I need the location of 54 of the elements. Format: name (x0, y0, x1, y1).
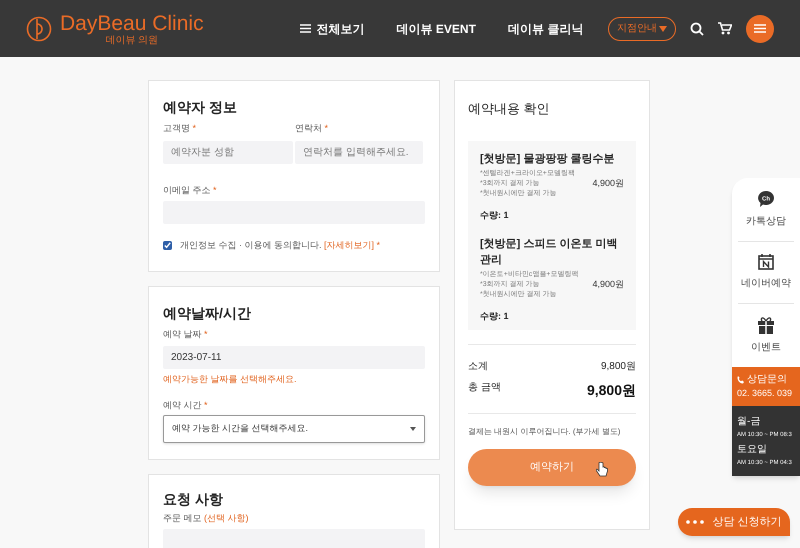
field-label: 연락처 * (295, 122, 330, 135)
nav-link[interactable]: 데이뷰 EVENT (396, 20, 476, 38)
phone-input[interactable]: 연락처를 입력해주세요. (295, 140, 423, 164)
dots-icon (686, 520, 704, 524)
item-name: [첫방문] 스피드 이온토 미백관리 (480, 237, 618, 268)
section-title: 요청 사항 (163, 490, 224, 509)
name-input[interactable]: 예약자분 성함 (163, 140, 293, 164)
phone-label: 상담문의 (747, 373, 787, 387)
nav-link[interactable]: 전체보기 (300, 20, 365, 38)
consent-text: 개인정보 수집 · 이용에 동의합니다. [자세히보기] * (180, 239, 380, 252)
section-title: 예약내용 확인 (468, 100, 551, 118)
hand-cursor-icon (596, 462, 608, 478)
menu-button[interactable] (746, 14, 774, 42)
subtotal-label: 소계 (468, 360, 488, 374)
phone-number: 02. 3665. 039 (737, 387, 794, 400)
search-icon[interactable] (690, 22, 704, 36)
cart-icon[interactable] (718, 22, 732, 35)
quick-menu-item[interactable]: 이벤트 (738, 304, 794, 367)
item-quantity: 수량: 1 (480, 310, 510, 323)
hours-day: 토요일 (737, 442, 795, 456)
logo-icon (26, 16, 52, 42)
phone-icon (737, 376, 745, 384)
logo-text: DayBeau Clinic (60, 12, 204, 36)
gift-icon (757, 316, 775, 334)
consent-checkbox[interactable] (163, 241, 172, 250)
menu-icon (300, 24, 311, 33)
item-price: 4,900원 (592, 278, 624, 292)
section-title: 예약날짜/시간 (163, 304, 252, 322)
details-link[interactable]: [자세히보기] (324, 240, 374, 250)
hours-day: 월-금 (737, 414, 795, 428)
total-value: 9,800원 (586, 380, 636, 400)
subtotal-value: 9,800원 (600, 360, 636, 374)
logo-subtitle: 데이뷰 의원 (105, 36, 158, 46)
field-label: 예약 시간 * (163, 398, 209, 412)
quick-menu-item[interactable]: 네이버예약 (738, 242, 794, 304)
date-input[interactable]: 2023-07-11 (163, 346, 425, 369)
field-label: 주문 메모 (선택 사항) (163, 512, 250, 525)
nav-link[interactable]: 데이뷰 클리닉 (508, 20, 584, 38)
branch-select[interactable]: 지점안내 (608, 16, 676, 40)
item-price: 4,900원 (592, 176, 624, 190)
caret-icon (410, 427, 416, 431)
field-label: 예약 날짜 * (163, 328, 209, 340)
menu-icon (754, 24, 766, 33)
calendar-icon (758, 254, 774, 270)
section-title: 예약자 정보 (163, 98, 238, 117)
item-quantity: 수량: 1 (480, 208, 510, 222)
item-name: [첫방문] 물광팡팡 쿨링수분 (480, 152, 616, 166)
total-label: 총 금액 (468, 380, 501, 394)
time-select[interactable]: 예약 가능한 시간을 선택해주세요. (163, 415, 425, 443)
field-label: 고객명 * (163, 122, 198, 135)
payment-note: 결제는 내원시 이루어집니다. (부가세 별도) (468, 426, 622, 438)
field-label: 이메일 주소 * (163, 184, 218, 196)
date-hint: 예약가능한 날짜를 선택해주세요. (163, 373, 298, 386)
caret-icon (659, 26, 667, 32)
